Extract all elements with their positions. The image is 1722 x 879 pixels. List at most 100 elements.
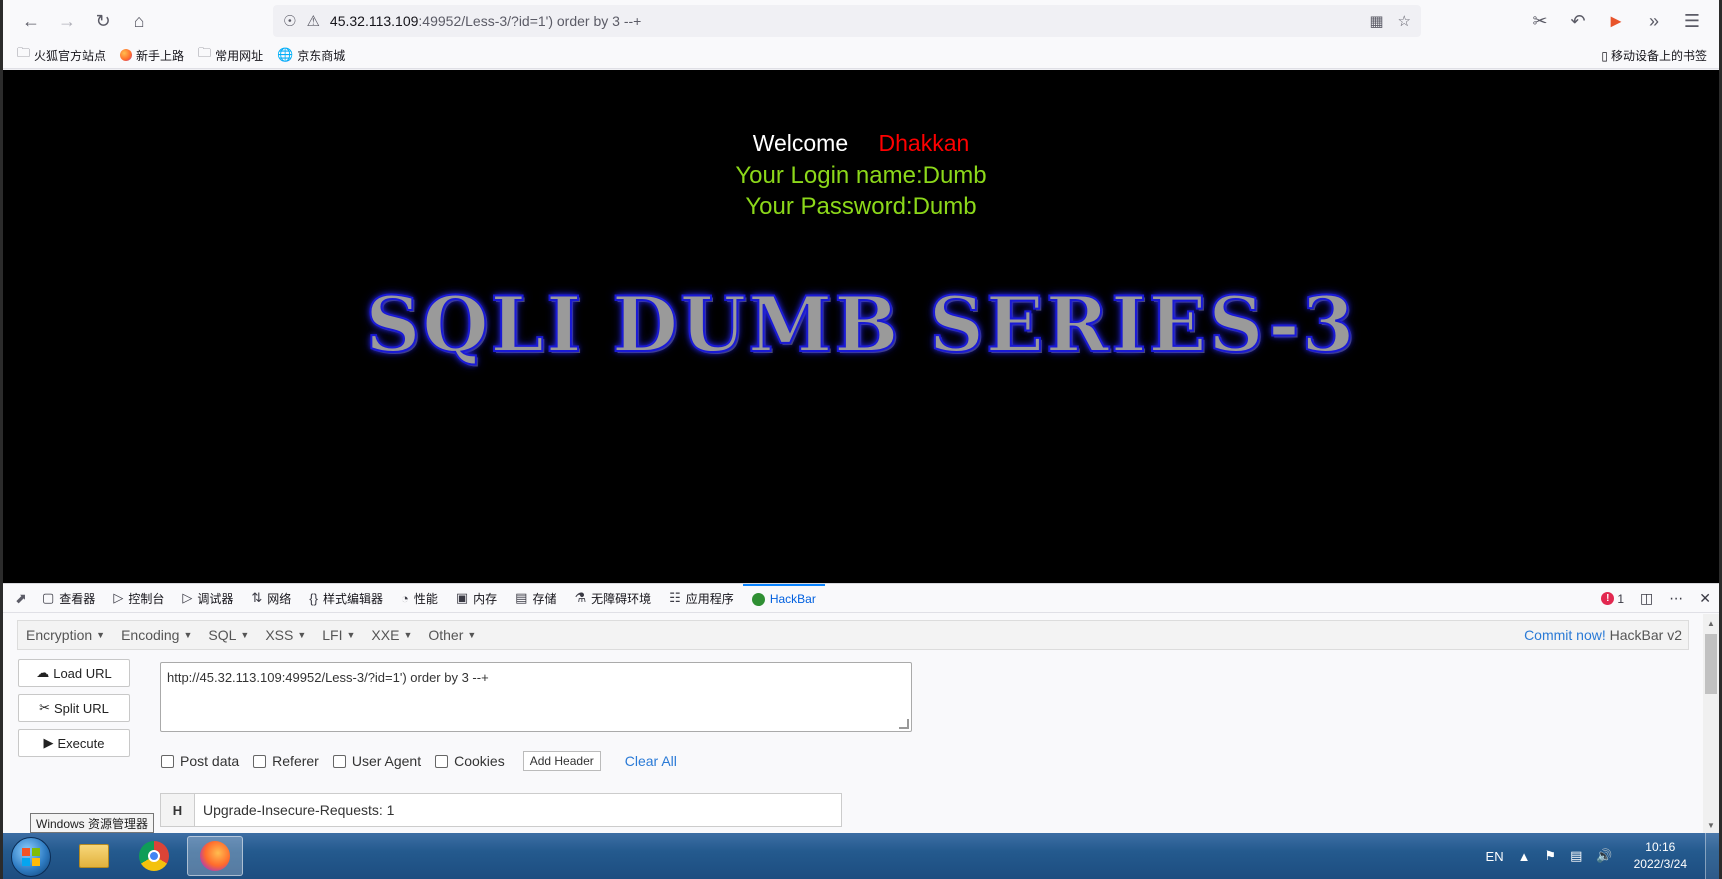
- clock-time: 10:16: [1645, 840, 1676, 854]
- network-icon[interactable]: ▤: [1570, 848, 1582, 864]
- error-icon: !: [1601, 592, 1615, 605]
- checkbox-box[interactable]: [435, 754, 449, 768]
- page-content: Welcome Dhakkan Your Login name:Dumb You…: [3, 70, 1719, 583]
- show-desktop-button[interactable]: [1705, 833, 1719, 879]
- tab-debugger[interactable]: ▷ 调试器: [173, 584, 242, 613]
- forward-icon[interactable]: →: [49, 5, 85, 37]
- clock-date: 2022/3/24: [1633, 857, 1687, 871]
- gauge-icon: ◔: [400, 590, 409, 606]
- commit-now-link[interactable]: Commit now!: [1524, 627, 1606, 643]
- tab-console[interactable]: ▷ 控制台: [104, 584, 173, 613]
- tab-application[interactable]: ☷ 应用程序: [660, 584, 743, 613]
- taskbar-firefox[interactable]: [187, 836, 243, 876]
- execute-button[interactable]: ▶ Execute: [18, 729, 130, 757]
- clear-all-link[interactable]: Clear All: [625, 753, 677, 769]
- scissors-icon: ✂: [39, 700, 50, 715]
- more-options-icon[interactable]: ⋯: [1669, 590, 1683, 607]
- caret-down-icon: ▼: [297, 630, 307, 640]
- add-header-button[interactable]: Add Header: [522, 751, 601, 771]
- taskbar-tooltip: Windows 资源管理器: [30, 813, 155, 833]
- menu-encoding[interactable]: Encoding ▼: [113, 627, 200, 643]
- folder-icon: [79, 844, 109, 868]
- tab-inspector[interactable]: ▢ 查看器: [33, 584, 104, 613]
- password-text: Your Password:Dumb: [745, 193, 977, 220]
- clock[interactable]: 10:16 2022/3/24: [1634, 839, 1687, 873]
- url-text[interactable]: 45.32.113.109:49952/Less-3/?id=1') order…: [330, 13, 641, 29]
- tab-accessibility[interactable]: ⚗ 无障碍环境: [565, 584, 660, 613]
- overflow-chevron-icon[interactable]: »: [1637, 5, 1671, 37]
- welcome-label: Welcome: [752, 130, 849, 156]
- tab-memory[interactable]: ▣ 内存: [447, 584, 506, 613]
- tab-performance[interactable]: ◔ 性能: [392, 584, 447, 613]
- insecure-lock-icon[interactable]: ⚠: [306, 12, 319, 30]
- mobile-bookmarks[interactable]: ▯ 移动设备上的书签: [1601, 42, 1707, 69]
- scroll-thumb[interactable]: [1705, 634, 1717, 694]
- menu-lfi[interactable]: LFI ▼: [314, 627, 363, 643]
- header-row: H Upgrade-Insecure-Requests: 1: [160, 793, 842, 827]
- mobile-phone-icon: ▯: [1601, 48, 1608, 63]
- resize-grip-icon[interactable]: [899, 719, 909, 729]
- menu-sql[interactable]: SQL ▼: [200, 627, 257, 643]
- checkbox-box[interactable]: [161, 754, 174, 768]
- firefox-icon: [200, 841, 230, 871]
- load-url-button[interactable]: ☁ Load URL: [18, 659, 130, 687]
- menu-xss[interactable]: XSS ▼: [257, 627, 314, 643]
- show-hidden-icons-icon[interactable]: ▲: [1518, 849, 1531, 864]
- inspector-icon: ▢: [42, 590, 55, 605]
- tab-storage[interactable]: ▤ 存储: [506, 584, 565, 613]
- qr-code-icon[interactable]: ▦: [1369, 12, 1383, 30]
- back-icon[interactable]: ←: [13, 5, 49, 37]
- start-button[interactable]: [11, 837, 51, 877]
- undo-icon[interactable]: ↶: [1561, 5, 1595, 37]
- bookmark-getting-started[interactable]: 新手上路: [120, 47, 184, 64]
- folder-icon: 🗀: [198, 45, 212, 60]
- error-count-badge[interactable]: ! 1: [1601, 592, 1624, 606]
- scroll-up-arrow-icon[interactable]: ▲: [1703, 616, 1719, 630]
- cookies-checkbox[interactable]: Cookies: [435, 753, 505, 769]
- reload-icon[interactable]: ↻: [85, 5, 121, 37]
- action-center-flag-icon[interactable]: ⚑: [1544, 848, 1556, 864]
- tab-network[interactable]: ⇅ 网络: [242, 584, 300, 613]
- split-url-button[interactable]: ✂ Split URL: [18, 694, 130, 722]
- welcome-name: Dhakkan: [878, 130, 970, 156]
- taskbar-explorer[interactable]: [66, 836, 122, 876]
- screenshot-icon[interactable]: ✂: [1523, 5, 1557, 37]
- tab-style-editor[interactable]: {} 样式编辑器: [300, 584, 392, 613]
- dock-side-icon[interactable]: ◫: [1640, 590, 1653, 607]
- hackbar-url-textarea[interactable]: http://45.32.113.109:49952/Less-3/?id=1'…: [160, 662, 912, 732]
- taskbar-chrome[interactable]: [126, 836, 182, 876]
- menu-xxe[interactable]: XXE ▼: [363, 627, 420, 643]
- bookmark-common-sites[interactable]: 🗀 常用网址: [198, 44, 263, 66]
- close-icon[interactable]: ✕: [1699, 590, 1711, 607]
- referer-checkbox[interactable]: Referer: [253, 753, 319, 769]
- bookmark-firefox-official[interactable]: 🗀 火狐官方站点: [17, 44, 106, 66]
- user-agent-checkbox[interactable]: User Agent: [332, 753, 421, 769]
- extension-icon[interactable]: ►: [1599, 5, 1633, 37]
- hackbar-menu: Encryption ▼ Encoding ▼ SQL ▼ XSS ▼ LFI ▼ XXE…: [17, 620, 1689, 650]
- devtools-scrollbar[interactable]: ▲ ▼: [1703, 614, 1719, 834]
- volume-icon[interactable]: 🔊: [1596, 848, 1612, 864]
- app-grid-icon: ☷: [669, 590, 681, 605]
- checkbox-box[interactable]: [253, 754, 267, 768]
- system-tray: EN ▲ ⚑ ▤ 🔊 10:16 2022/3/24: [1479, 833, 1719, 879]
- scroll-down-arrow-icon[interactable]: ▼: [1703, 818, 1719, 832]
- browser-window: ← → ↻ ⌂ ☉ ⚠ 45.32.113.109:49952/Less-3/?…: [0, 0, 1722, 879]
- bookmark-jd[interactable]: 🌐 京东商城: [277, 47, 345, 64]
- checkbox-box[interactable]: [332, 754, 346, 768]
- series-title-image: SQLI DUMB SERIES-3: [364, 279, 1357, 370]
- debugger-icon: ▷: [182, 590, 193, 605]
- bookmark-star-icon[interactable]: ☆: [1398, 12, 1411, 30]
- tab-hackbar[interactable]: HackBar: [742, 583, 825, 613]
- language-indicator[interactable]: EN: [1486, 849, 1504, 864]
- devtools-panel: ⬈ ▢ 查看器 ▷ 控制台 ▷ 调试器 ⇅ 网络 {} 样式编辑器 ◔ 性能 ▣ 内存 ▤ 存储…: [3, 583, 1719, 834]
- pick-element-icon[interactable]: ⬈: [9, 586, 33, 610]
- post-data-checkbox[interactable]: Post data: [161, 753, 239, 769]
- shield-icon[interactable]: ☉: [283, 12, 296, 30]
- menu-encryption[interactable]: Encryption ▼: [18, 627, 113, 643]
- menu-other[interactable]: Other ▼: [420, 627, 484, 643]
- header-value-input[interactable]: Upgrade-Insecure-Requests: 1: [195, 794, 841, 826]
- hamburger-menu-icon[interactable]: ☰: [1675, 5, 1709, 37]
- url-bar[interactable]: ☉ ⚠ 45.32.113.109:49952/Less-3/?id=1') o…: [273, 5, 1421, 37]
- console-icon: ▷: [113, 590, 124, 605]
- home-icon[interactable]: ⌂: [121, 5, 157, 37]
